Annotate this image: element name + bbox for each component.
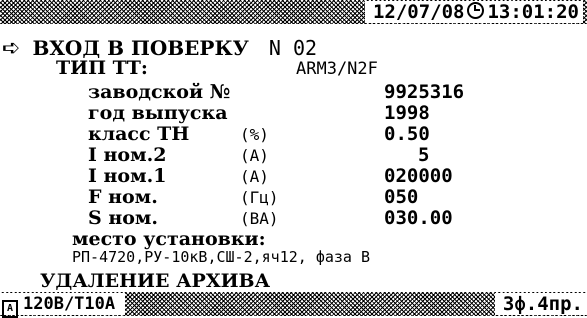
date-text: 12/07/08 [372, 1, 465, 23]
field-label: класс ТН [88, 123, 190, 145]
datetime-display: 12/07/08 13:01:20 [364, 1, 583, 23]
nominal-params-text: 120В/Т10А [23, 294, 116, 314]
connection-scheme-text: 3ф.4пр. [502, 293, 583, 315]
field-value[interactable]: 050 [384, 188, 418, 207]
bottom-status-bar: А 120В/Т10А 3ф.4пр. [0, 292, 587, 318]
tt-type-value: ARM3/N2F [296, 59, 378, 79]
field-label: S ном. [88, 207, 159, 229]
connection-scheme-display: 3ф.4пр. [494, 293, 587, 315]
field-label: заводской № [88, 81, 231, 103]
field-value[interactable]: 020000 [384, 167, 453, 186]
field-label: год выпуска [88, 102, 228, 124]
field-unit: (ВА) [240, 209, 279, 228]
field-unit: (%) [240, 125, 269, 144]
field-value[interactable]: 030.00 [384, 209, 453, 228]
field-value[interactable]: 0.50 [384, 125, 430, 144]
clock-icon [467, 2, 485, 19]
field-unit: (А) [240, 146, 269, 165]
nominal-params-display: А 120В/Т10А [0, 293, 126, 318]
field-label: I ном.2 [88, 144, 167, 166]
field-value[interactable]: 5 [418, 146, 429, 165]
menu-entry-check[interactable]: ➪ ВХОД В ПОВЕРКУ N 02 [2, 38, 317, 60]
location-label: место установки: [72, 228, 266, 250]
delete-archive-item[interactable]: УДАЛЕНИЕ АРХИВА [40, 272, 270, 291]
tt-type-label: ТИП ТТ: [56, 57, 148, 79]
check-number: N 02 [268, 36, 318, 60]
field-value[interactable]: 9925316 [384, 83, 464, 102]
top-status-bar: 12/07/08 13:01:20 [0, 0, 587, 24]
field-label: F ном. [88, 186, 158, 208]
field-unit: (А) [240, 167, 269, 186]
field-value[interactable]: 1998 [384, 104, 430, 123]
archive-icon: А [2, 300, 18, 318]
time-text: 13:01:20 [487, 1, 579, 23]
location-value[interactable]: РП-4720,РУ-10кВ,СШ-2,яч12, фаза В [72, 250, 370, 265]
field-unit: (Гц) [240, 188, 279, 207]
field-label: I ном.1 [88, 165, 167, 187]
selection-arrow-icon: ➪ [2, 36, 21, 61]
